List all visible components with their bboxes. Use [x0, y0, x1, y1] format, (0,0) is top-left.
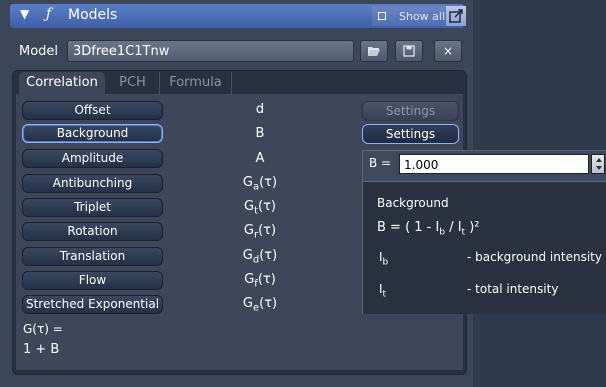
tab-pch[interactable]: PCH	[106, 72, 160, 94]
triplet-symbol: Gt(τ)	[244, 199, 276, 217]
save-model-button[interactable]	[395, 40, 423, 62]
detach-panel-button[interactable]	[446, 6, 466, 26]
help-title: Background	[377, 196, 449, 210]
save-icon	[403, 45, 415, 57]
background-settings-popup: B = 1.000 Background B = ( 1 - Ib / It )…	[362, 150, 606, 314]
flow-button[interactable]: Flow	[22, 271, 163, 290]
antibunching-button[interactable]: Antibunching	[22, 174, 163, 193]
close-icon: ×	[442, 44, 454, 58]
stretched-exponential-symbol: Ge(τ)	[242, 296, 278, 314]
panel-title: Models	[68, 7, 118, 23]
term-ib-description: - background intensity	[467, 250, 602, 264]
folder-open-icon	[368, 47, 380, 56]
tab-correlation[interactable]: Correlation	[19, 72, 105, 94]
open-model-button[interactable]	[360, 40, 388, 62]
rotation-button[interactable]: Rotation	[22, 222, 163, 241]
model-formula-value: 1 + B	[23, 342, 60, 357]
antibunching-symbol: Ga(τ)	[242, 175, 278, 193]
flow-symbol: Gf(τ)	[244, 272, 276, 290]
b-value-input[interactable]: 1.000	[399, 154, 589, 174]
close-model-button[interactable]: ×	[434, 40, 462, 62]
term-it-description: - total intensity	[467, 282, 559, 296]
background-settings-button[interactable]: Settings	[362, 124, 459, 144]
tab-formula[interactable]: Formula	[160, 72, 232, 94]
translation-button[interactable]: Translation	[22, 247, 163, 266]
stretched-exponential-button[interactable]: Stretched Exponential	[22, 295, 163, 314]
background-formula: B = ( 1 - Ib / It )²	[377, 220, 480, 238]
term-ib: Ib	[379, 250, 389, 268]
show-all-toggle[interactable]: Show all	[372, 6, 446, 26]
background-symbol: B	[255, 126, 265, 141]
show-all-label: Show all	[399, 10, 446, 23]
b-field-label: B =	[369, 156, 392, 170]
amplitude-symbol: A	[255, 151, 265, 166]
models-titlebar[interactable]: ▼ ƒ Models Show all	[10, 4, 466, 28]
triplet-button[interactable]: Triplet	[22, 198, 163, 217]
amplitude-button[interactable]: Amplitude	[22, 149, 163, 168]
model-label: Model	[19, 44, 59, 59]
function-icon: ƒ	[46, 6, 52, 22]
collapse-arrow-icon[interactable]: ▼	[20, 7, 29, 21]
model-formula-label: G(τ) =	[23, 322, 63, 336]
offset-settings-button[interactable]: Settings	[362, 101, 459, 121]
background-help-panel: Background B = ( 1 - Ib / It )² Ib - bac…	[363, 181, 606, 314]
model-name-field[interactable]: 3Dfree1C1Tnw	[67, 40, 354, 62]
background-button[interactable]: Background	[22, 124, 163, 143]
checkbox-icon	[378, 12, 386, 20]
term-it: It	[379, 282, 387, 300]
offset-button[interactable]: Offset	[22, 101, 163, 120]
b-value-spinner[interactable]	[591, 154, 605, 174]
translation-symbol: Gd(τ)	[242, 248, 278, 266]
rotation-symbol: Gr(τ)	[243, 223, 277, 241]
detach-icon	[449, 9, 463, 23]
offset-symbol: d	[255, 102, 265, 117]
